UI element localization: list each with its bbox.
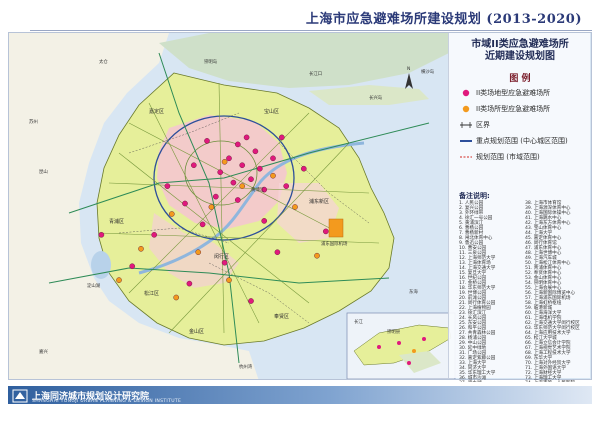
field-site-marker[interactable] (322, 228, 329, 235)
legend-item-district-boundary: 区界 (459, 119, 490, 131)
field-site-marker[interactable] (239, 162, 245, 168)
label-fengxian: 奉贤区 (274, 313, 289, 320)
inset-map: 崇明县 长江 (346, 312, 456, 379)
field-site-marker[interactable] (243, 134, 250, 141)
map-sheet: 上海市应急避难场所建设规划 (2013-2020) 崇明岛 长兴岛 横沙岛 长江… (0, 0, 600, 424)
svg-text:N: N (407, 66, 410, 72)
inset-label-changjiang: 长江 (354, 318, 363, 325)
field-site-marker[interactable] (261, 218, 267, 224)
field-site-marker[interactable] (151, 231, 157, 238)
venue-site-marker[interactable] (208, 204, 215, 210)
label-chongming: 崇明岛 (204, 58, 218, 65)
page-title: 上海市应急避难场所建设规划 (2013-2020) (305, 12, 582, 27)
orange-dot-icon (459, 103, 473, 115)
inset-label-chongming: 崇明县 (387, 329, 401, 335)
field-site-marker[interactable] (212, 193, 219, 200)
field-site-marker[interactable] (182, 200, 188, 207)
venue-site-marker[interactable] (173, 294, 179, 301)
label-east-sea: 东海 (409, 288, 418, 295)
field-site-marker[interactable] (256, 165, 263, 172)
venue-site-marker[interactable] (138, 245, 144, 252)
label-yangtze: 长江口 (309, 70, 322, 77)
field-site-marker[interactable] (186, 280, 193, 287)
field-site-marker[interactable] (278, 134, 285, 141)
label-kunshan: 昆山 (39, 168, 48, 175)
field-site-marker[interactable] (234, 197, 241, 203)
field-site-marker[interactable] (274, 249, 281, 255)
legend-title-2: 近期建设规划图 (485, 51, 555, 62)
venue-site-marker[interactable] (195, 249, 201, 255)
label-airport: 浦东国际机场 (321, 240, 348, 247)
label-songjiang: 松江区 (144, 290, 159, 297)
label-dianshan: 淀山湖 (87, 282, 101, 289)
field-site-marker[interactable] (164, 183, 171, 189)
legend-title: 市域II类应急避难场所 (471, 39, 569, 50)
label-changxing: 长兴岛 (369, 94, 383, 101)
label-suzhou: 苏州 (29, 118, 38, 125)
field-site-marker[interactable] (221, 259, 228, 266)
label-hengsha: 横沙岛 (421, 68, 435, 75)
magenta-dot-icon (459, 87, 473, 99)
field-site-marker[interactable] (234, 141, 241, 148)
institute-logo-icon (12, 388, 28, 403)
venue-site-marker[interactable] (221, 159, 228, 165)
field-site-marker[interactable] (248, 176, 254, 182)
field-site-marker[interactable] (226, 155, 232, 162)
label-jinshan: 金山区 (189, 328, 204, 335)
field-site-marker[interactable] (190, 162, 197, 168)
label-baoshan: 宝山区 (264, 108, 279, 115)
header-rule (30, 30, 592, 31)
central-range-icon (459, 135, 473, 147)
legend-item-venue-site: II类场所型应急避难场所 (459, 103, 550, 115)
venue-site-marker[interactable] (270, 172, 276, 179)
label-taicang: 太仓 (99, 58, 108, 65)
label-qingpu: 青浦区 (109, 218, 124, 225)
legend-subtitle: 图 例 (509, 74, 531, 84)
footer-org-en: SHANGHAI TONGJI URBAN PLANNING & DESIGN … (32, 399, 182, 404)
field-site-marker[interactable] (283, 183, 290, 189)
field-site-marker[interactable] (129, 263, 135, 269)
legend-item-city-range: 规划范围 (市域范围) (459, 151, 540, 163)
legend-panel: 市域II类应急避难场所 近期建设规划图 图 例 II类场地型应急避难场所 II类… (448, 33, 590, 386)
field-site-marker[interactable] (217, 169, 223, 175)
venue-site-marker[interactable] (292, 204, 298, 210)
field-site-marker[interactable] (300, 165, 307, 172)
label-huangpu: 黄浦江 (251, 186, 265, 193)
legend-item-field-site: II类场地型应急避难场所 (459, 87, 550, 99)
venue-site-marker[interactable] (226, 277, 232, 283)
label-jiading: 嘉定区 (149, 108, 164, 115)
pudong-airport-area (328, 218, 344, 238)
label-jiaxing: 嘉兴 (39, 348, 48, 355)
field-site-marker[interactable] (204, 138, 210, 144)
city-range-icon (459, 151, 473, 163)
field-site-marker[interactable] (252, 148, 259, 155)
label-pudong: 浦东新区 (309, 198, 329, 205)
field-site-marker[interactable] (230, 179, 237, 186)
field-site-marker[interactable] (270, 155, 276, 162)
legend-item-central-range: 重点规划范围 (中心城区范围) (459, 135, 568, 147)
venue-site-marker[interactable] (168, 211, 175, 217)
venue-site-marker[interactable] (116, 277, 122, 283)
field-site-marker[interactable] (199, 221, 206, 228)
label-hangzhou-bay: 杭州湾 (239, 363, 253, 370)
field-site-marker[interactable] (98, 231, 105, 238)
notes-heading: 备注说明: (459, 192, 490, 200)
label-minhang: 闵行区 (214, 253, 229, 260)
venue-site-marker[interactable] (314, 252, 320, 259)
boundary-line-icon (459, 119, 473, 131)
venue-site-marker[interactable] (239, 183, 245, 189)
field-site-marker[interactable] (248, 298, 254, 304)
